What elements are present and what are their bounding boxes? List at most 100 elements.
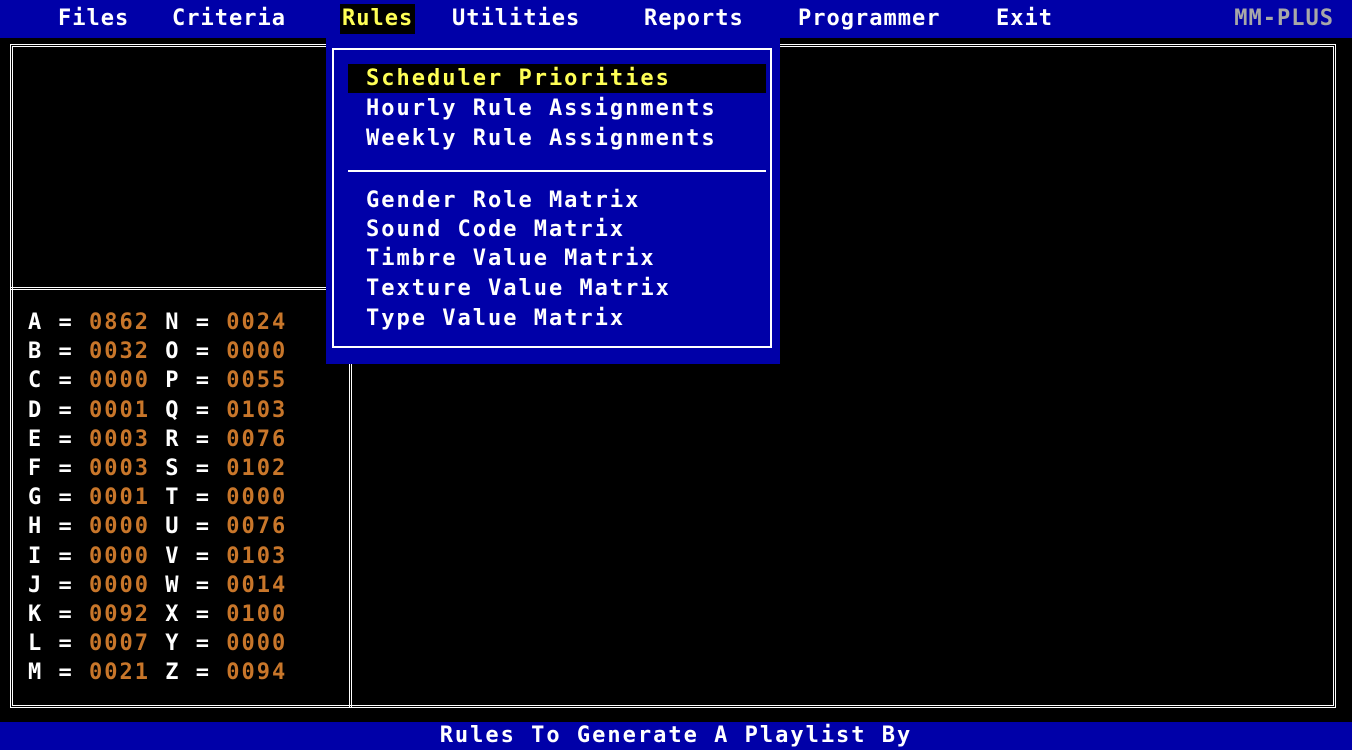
count-value: 0032 [89, 339, 150, 365]
count-letter: C [28, 368, 44, 394]
menu-reports[interactable]: Reports [644, 4, 744, 34]
menu-bar: Files Criteria Rules Utilities Reports P… [0, 0, 1352, 38]
menu-item-hourly-rule-assignments[interactable]: Hourly Rule Assignments [348, 94, 766, 123]
count-letter: G [28, 485, 44, 511]
count-value: 0000 [226, 339, 288, 365]
count-row: L = 0007 Y = 0000 [28, 629, 287, 658]
equals-sign: = [43, 426, 89, 452]
count-value: 0076 [226, 426, 288, 452]
equals-sign: = [180, 310, 227, 335]
menu-item-gender-role-matrix[interactable]: Gender Role Matrix [348, 186, 766, 215]
equals-sign: = [43, 310, 89, 335]
count-letter: E [28, 426, 44, 452]
menu-item-type-value-matrix[interactable]: Type Value Matrix [348, 304, 766, 333]
equals-sign: = [180, 572, 227, 598]
count-value: 0000 [226, 485, 288, 511]
menu-utilities[interactable]: Utilities [452, 4, 580, 34]
count-letter: R [165, 426, 181, 452]
menu-item-timbre-value-matrix[interactable]: Timbre Value Matrix [348, 244, 766, 273]
dropdown-border: Scheduler Priorities Hourly Rule Assignm… [332, 48, 772, 348]
menu-programmer[interactable]: Programmer [798, 4, 940, 34]
count-value: 0102 [226, 456, 288, 481]
count-value: 0021 [89, 660, 150, 686]
count-value: 0014 [226, 572, 288, 598]
count-letter: P [165, 368, 181, 394]
count-value: 0000 [89, 368, 150, 394]
equals-sign: = [180, 397, 227, 423]
count-value: 0001 [89, 485, 150, 511]
count-value: 0001 [89, 397, 150, 423]
menu-rules[interactable]: Rules [340, 4, 416, 34]
count-row: K = 0092 X = 0100 [28, 600, 287, 629]
menu-item-scheduler-priorities[interactable]: Scheduler Priorities [348, 64, 766, 93]
count-letter: W [165, 572, 181, 598]
count-row: H = 0000 U = 0076 [28, 512, 287, 541]
count-value: 0055 [226, 368, 288, 394]
equals-sign: = [180, 660, 227, 686]
count-value: 0103 [226, 397, 288, 423]
count-letter: X [165, 602, 181, 627]
status-bar: Rules To Generate A Playlist By [0, 722, 1352, 750]
count-row: G = 0001 T = 0000 [28, 483, 287, 512]
count-value: 0000 [89, 514, 150, 540]
count-value: 0024 [226, 310, 288, 335]
count-letter: S [165, 456, 181, 481]
count-letter: L [28, 631, 44, 657]
count-value: 0003 [89, 426, 150, 452]
count-row: D = 0001 Q = 0103 [28, 396, 287, 425]
count-value: 0000 [89, 572, 150, 598]
equals-sign: = [43, 514, 89, 540]
count-value: 0076 [226, 514, 288, 540]
count-letter: M [28, 660, 44, 686]
equals-sign: = [180, 602, 227, 627]
menu-item-weekly-rule-assignments[interactable]: Weekly Rule Assignments [348, 124, 766, 153]
count-value: 0103 [226, 543, 288, 569]
equals-sign: = [43, 368, 89, 394]
menu-exit[interactable]: Exit [996, 4, 1053, 34]
dos-screen: Files Criteria Rules Utilities Reports P… [0, 0, 1352, 750]
count-letter: N [165, 310, 181, 335]
count-letter: O [165, 339, 181, 365]
count-letter: D [28, 397, 44, 423]
count-row: J = 0000 W = 0014 [28, 571, 287, 600]
count-letter: Q [165, 397, 181, 423]
count-letter: V [165, 543, 181, 569]
count-letter: T [165, 485, 181, 511]
menu-criteria[interactable]: Criteria [172, 4, 286, 34]
menu-separator [348, 170, 766, 172]
equals-sign: = [43, 660, 89, 686]
equals-sign: = [43, 631, 89, 657]
menu-item-sound-code-matrix[interactable]: Sound Code Matrix [348, 215, 766, 244]
count-letter: I [28, 543, 44, 569]
equals-sign: = [180, 426, 227, 452]
equals-sign: = [180, 514, 227, 540]
count-row: C = 0000 P = 0055 [28, 366, 287, 395]
count-letter: B [28, 339, 44, 365]
app-brand: MM-PLUS [1234, 6, 1334, 31]
count-row: A = 0862 N = 0024 [28, 308, 287, 337]
equals-sign: = [180, 368, 227, 394]
count-row: E = 0003 R = 0076 [28, 425, 287, 454]
info-panel [10, 44, 352, 290]
menu-files[interactable]: Files [58, 4, 129, 34]
count-letter: K [28, 602, 44, 627]
count-letter: F [28, 456, 44, 481]
menu-item-texture-value-matrix[interactable]: Texture Value Matrix [348, 274, 766, 303]
equals-sign: = [43, 543, 89, 569]
count-letter: U [165, 514, 181, 540]
count-value: 0094 [226, 660, 288, 686]
count-value: 0000 [226, 631, 288, 657]
equals-sign: = [43, 572, 89, 598]
